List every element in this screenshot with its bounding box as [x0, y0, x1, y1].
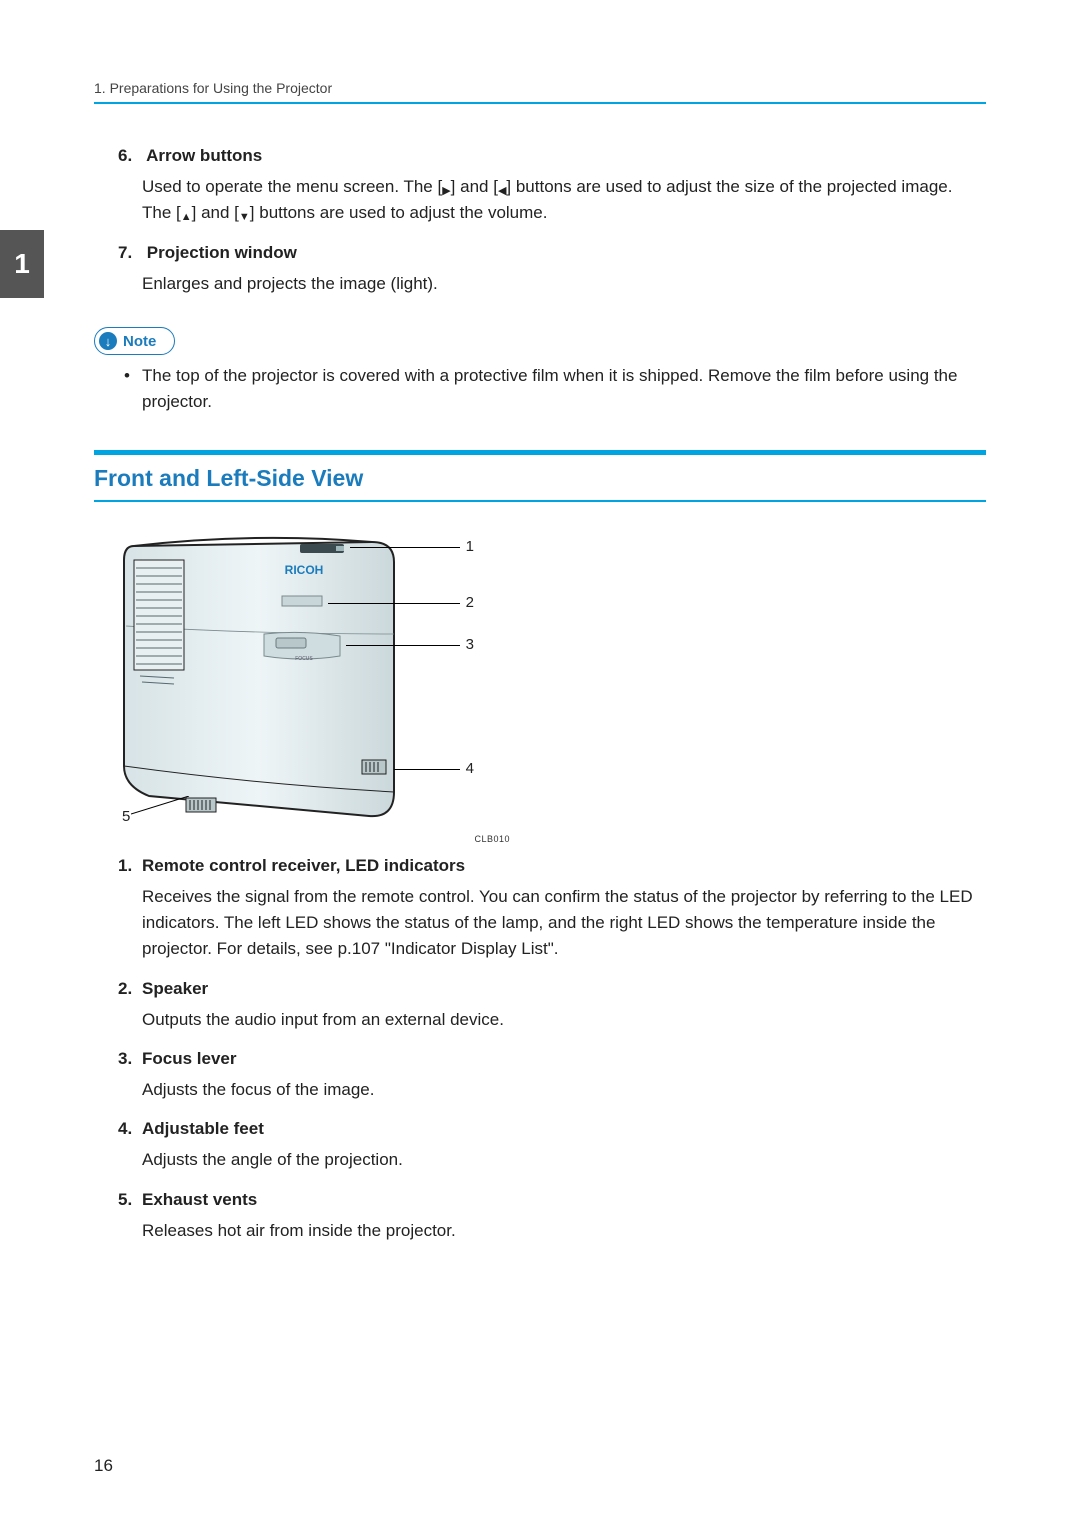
- item-body: Used to operate the menu screen. The [▶]…: [142, 174, 986, 227]
- list-item: 1.Remote control receiver, LED indicator…: [94, 856, 986, 963]
- up-arrow-icon: ▲: [181, 209, 192, 226]
- note-label: Note: [123, 333, 156, 350]
- section-title: Front and Left-Side View: [94, 455, 986, 500]
- running-head: 1. Preparations for Using the Projector: [94, 80, 986, 96]
- list-item: 7. Projection window Enlarges and projec…: [94, 243, 986, 297]
- item-body: Receives the signal from the remote cont…: [142, 884, 986, 963]
- item-body: Releases hot air from inside the project…: [142, 1218, 986, 1244]
- item-title: Arrow buttons: [146, 146, 262, 165]
- item-number: 4.: [118, 1119, 142, 1139]
- list-item: 4.Adjustable feet Adjusts the angle of t…: [94, 1119, 986, 1173]
- item-title: Projection window: [147, 243, 297, 262]
- projector-diagram: RICOH FOCUS 1 2 3 4 5 CLB010: [104, 526, 504, 846]
- item-body: Adjusts the angle of the projection.: [142, 1147, 986, 1173]
- item-number: 7.: [118, 243, 142, 263]
- note-badge: ↓ Note: [94, 327, 175, 355]
- item-title: Speaker: [142, 979, 208, 998]
- item-number: 2.: [118, 979, 142, 999]
- list-item: 2.Speaker Outputs the audio input from a…: [94, 979, 986, 1033]
- item-title: Exhaust vents: [142, 1190, 257, 1209]
- diagram-ref: CLB010: [474, 834, 510, 844]
- item-body: Enlarges and projects the image (light).: [142, 271, 986, 297]
- item-number: 1.: [118, 856, 142, 876]
- item-title: Adjustable feet: [142, 1119, 264, 1138]
- item-number: 5.: [118, 1190, 142, 1210]
- item-number: 3.: [118, 1049, 142, 1069]
- brand-label: RICOH: [285, 563, 324, 577]
- page-number: 16: [94, 1456, 113, 1476]
- callout-5: 5: [122, 808, 130, 825]
- list-item: 5.Exhaust vents Releases hot air from in…: [94, 1190, 986, 1244]
- chapter-tab: 1: [0, 230, 44, 298]
- note-icon: ↓: [99, 332, 117, 350]
- section-rule: [94, 500, 986, 502]
- item-body: Adjusts the focus of the image.: [142, 1077, 986, 1103]
- item-body: Outputs the audio input from an external…: [142, 1007, 986, 1033]
- list-item: 6. Arrow buttons Used to operate the men…: [94, 146, 986, 227]
- svg-text:FOCUS: FOCUS: [295, 656, 313, 662]
- top-rule: [94, 102, 986, 104]
- down-arrow-icon: ▼: [239, 209, 250, 226]
- item-title: Remote control receiver, LED indicators: [142, 856, 465, 875]
- note-body: The top of the projector is covered with…: [94, 363, 986, 416]
- item-title: Focus lever: [142, 1049, 237, 1068]
- list-item: 3.Focus lever Adjusts the focus of the i…: [94, 1049, 986, 1103]
- page: 1 1. Preparations for Using the Projecto…: [0, 0, 1080, 1532]
- right-arrow-icon: ▶: [442, 183, 450, 200]
- item-number: 6.: [118, 146, 142, 166]
